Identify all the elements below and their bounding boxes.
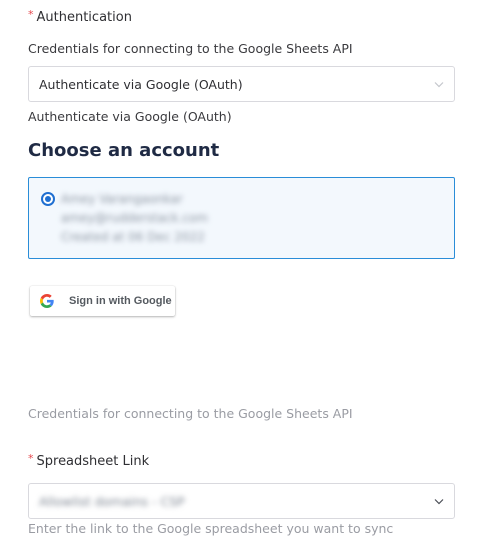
credentials-help-text: Credentials for connecting to the Google… — [28, 406, 353, 421]
spreadsheet-link-label: * Spreadsheet Link — [28, 452, 150, 469]
radio-selected-dot — [45, 196, 51, 202]
chevron-down-icon — [434, 82, 444, 88]
sign-in-with-google-label: Sign in with Google — [69, 295, 172, 307]
spreadsheet-select[interactable]: Allowlist domains - CSP — [28, 483, 455, 519]
account-option-card[interactable]: Amey Varangaonkar amey@rudderstack.com C… — [28, 177, 455, 259]
authentication-select-value: Authenticate via Google (OAuth) — [39, 76, 243, 92]
spreadsheet-link-label-text: Spreadsheet Link — [36, 454, 150, 469]
authentication-select[interactable]: Authenticate via Google (OAuth) — [28, 66, 455, 102]
authentication-help-text: Credentials for connecting to the Google… — [28, 41, 353, 56]
chevron-down-icon — [434, 499, 444, 505]
choose-account-title: Choose an account — [28, 140, 220, 161]
account-created-date: Created at 06 Dec 2022 — [61, 230, 205, 244]
required-indicator: * — [28, 8, 34, 21]
google-g-icon — [40, 294, 54, 308]
account-email: amey@rudderstack.com — [61, 211, 208, 225]
required-indicator: * — [28, 452, 34, 465]
authentication-label-text: Authentication — [36, 10, 132, 25]
account-details: Amey Varangaonkar amey@rudderstack.com C… — [61, 190, 208, 247]
auth-method-caption: Authenticate via Google (OAuth) — [28, 109, 232, 124]
authentication-label: * Authentication — [28, 8, 132, 25]
sign-in-with-google-button[interactable]: Sign in with Google — [30, 286, 175, 316]
account-radio-button[interactable] — [41, 192, 55, 206]
account-name: Amey Varangaonkar — [61, 192, 183, 206]
spreadsheet-help-text: Enter the link to the Google spreadsheet… — [28, 521, 394, 536]
spreadsheet-select-value: Allowlist domains - CSP — [39, 493, 185, 509]
